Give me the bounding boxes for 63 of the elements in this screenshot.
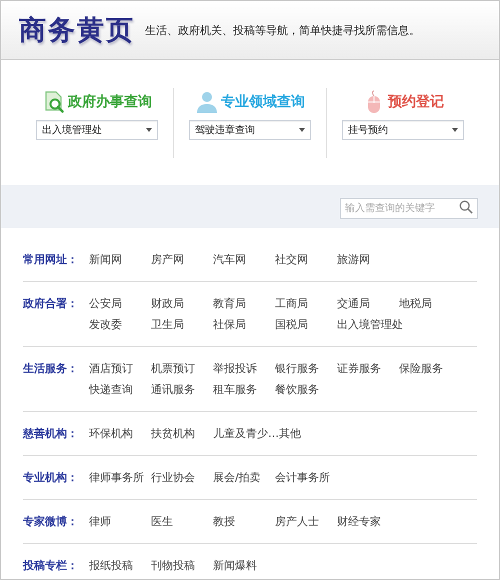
category-link[interactable]: 财经专家: [337, 511, 399, 532]
search-icon[interactable]: [459, 200, 473, 214]
caret-icon: [452, 128, 458, 132]
query-dropdown[interactable]: 挂号预约: [342, 120, 464, 140]
category-link[interactable]: 餐饮服务: [275, 379, 337, 400]
category-link[interactable]: 新闻爆料: [213, 555, 275, 576]
query-dropdown[interactable]: 驾驶违章查询: [189, 120, 311, 140]
category-link[interactable]: 社交网: [275, 249, 337, 270]
category-link[interactable]: 医生: [151, 511, 213, 532]
category-link[interactable]: 国税局: [275, 314, 337, 335]
category-link[interactable]: 地税局: [399, 293, 461, 314]
category-link[interactable]: 展会/拍卖: [213, 467, 275, 488]
caret-icon: [146, 128, 152, 132]
category-link[interactable]: 快递查询: [89, 379, 151, 400]
category-link[interactable]: 出入境管理处: [337, 314, 403, 335]
category-label: 慈善机构：: [23, 426, 79, 442]
category-link[interactable]: 教授: [213, 511, 275, 532]
person-icon: [195, 90, 219, 114]
category-label: 生活服务：: [23, 361, 79, 377]
category-link[interactable]: 教育局: [213, 293, 275, 314]
category-label: 专业机构：: [23, 470, 79, 486]
category-link[interactable]: 汽车网: [213, 249, 275, 270]
category-link[interactable]: 证券服务: [337, 358, 399, 379]
category-link[interactable]: 卫生局: [151, 314, 213, 335]
category-label: 常用网址：: [23, 252, 79, 268]
category-link[interactable]: 儿童及青少…: [213, 423, 279, 444]
category-link[interactable]: 公安局: [89, 293, 151, 314]
category-link[interactable]: 工商局: [275, 293, 337, 314]
query-title: 政府办事查询: [68, 93, 152, 111]
category-link[interactable]: 其他: [279, 423, 341, 444]
category-link[interactable]: 新闻网: [89, 249, 151, 270]
category-link[interactable]: 财政局: [151, 293, 213, 314]
category-link[interactable]: 环保机构: [89, 423, 151, 444]
query-title: 预约登记: [388, 93, 444, 111]
category-link[interactable]: 报纸投稿: [89, 555, 151, 576]
category-link[interactable]: 交通局: [337, 293, 399, 314]
category-link[interactable]: 房产人士: [275, 511, 337, 532]
logo: 商务黄页: [19, 14, 135, 48]
category-link[interactable]: 刊物投稿: [151, 555, 213, 576]
category-link[interactable]: 酒店预订: [89, 358, 151, 379]
category-link[interactable]: 社保局: [213, 314, 275, 335]
category-link[interactable]: 房产网: [151, 249, 213, 270]
category-label: 专家微博：: [23, 514, 79, 530]
category-link[interactable]: 通讯服务: [151, 379, 213, 400]
category-link[interactable]: 行业协会: [151, 467, 213, 488]
category-link[interactable]: 会计事务所: [275, 467, 337, 488]
search-field[interactable]: 输入需查询的关键字: [340, 198, 478, 219]
category-link[interactable]: 扶贫机构: [151, 423, 213, 444]
category-link[interactable]: 银行服务: [275, 358, 337, 379]
category-link[interactable]: 租车服务: [213, 379, 275, 400]
category-link[interactable]: 律师: [89, 511, 151, 532]
category-label: 政府合署：: [23, 296, 79, 312]
category-label: 投稿专栏：: [23, 558, 79, 574]
category-link[interactable]: 发改委: [89, 314, 151, 335]
category-link[interactable]: 保险服务: [399, 358, 461, 379]
category-link[interactable]: 旅游网: [337, 249, 399, 270]
category-link[interactable]: 律师事务所: [89, 467, 151, 488]
category-link[interactable]: 举报投诉: [213, 358, 275, 379]
category-link[interactable]: 机票预订: [151, 358, 213, 379]
caret-icon: [299, 128, 305, 132]
query-title: 专业领域查询: [221, 93, 305, 111]
query-dropdown[interactable]: 出入境管理处: [36, 120, 158, 140]
tagline: 生活、政府机关、投稿等导航，简单快捷寻找所需信息。: [145, 22, 420, 38]
